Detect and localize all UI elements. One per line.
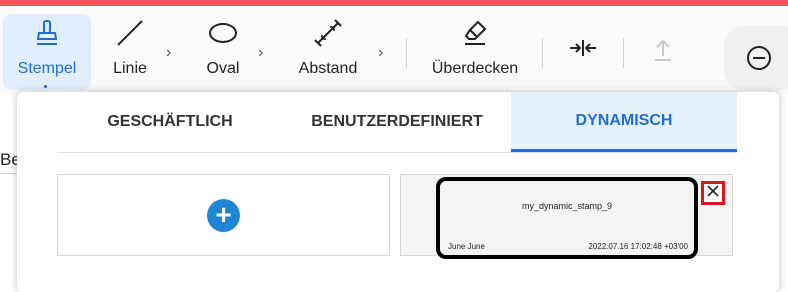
chevron-right-icon[interactable]: › xyxy=(166,44,171,62)
tool-redact-label: Überdecken xyxy=(431,60,519,77)
chevron-right-icon[interactable]: › xyxy=(258,44,263,62)
tab-custom-label: BENUTZERDEFINIERT xyxy=(311,113,483,130)
line-icon xyxy=(115,14,145,52)
tab-dynamic[interactable]: DYNAMISCH xyxy=(511,92,737,152)
tab-business-label: GESCHÄFTLICH xyxy=(107,113,233,130)
delete-stamp-button[interactable] xyxy=(701,181,725,205)
tool-oval-label: Oval xyxy=(206,60,240,77)
toolbar-divider xyxy=(623,38,624,68)
toolbar-divider xyxy=(542,38,543,68)
stamp-title: my_dynamic_stamp_9 xyxy=(521,201,613,211)
add-stamp-card[interactable]: + xyxy=(57,174,390,256)
background-divider xyxy=(0,173,18,174)
stamp-timestamp: 2022.07.16 17:02:48 +03'00 xyxy=(588,242,688,251)
oval-icon xyxy=(207,14,239,52)
tool-stamp-label: Stempel xyxy=(17,60,77,77)
tool-distance-label: Abstand xyxy=(298,60,358,77)
tool-distance[interactable]: Abstand xyxy=(292,14,364,90)
eraser-icon xyxy=(460,14,490,52)
compare-arrows-icon[interactable] xyxy=(568,36,598,65)
tool-oval[interactable]: Oval xyxy=(196,14,250,90)
distance-icon xyxy=(313,14,343,52)
annotation-toolbar: Stempel Linie › Oval › Abstand › Überdec… xyxy=(0,6,788,94)
active-indicator-dot xyxy=(44,85,47,88)
chevron-right-icon[interactable]: › xyxy=(378,44,383,62)
stamp-tabs: GESCHÄFTLICH BENUTZERDEFINIERT DYNAMISCH xyxy=(57,92,737,153)
tool-redact[interactable]: Überdecken xyxy=(428,14,522,90)
dynamic-stamp-preview[interactable]: my_dynamic_stamp_9 June June 2022.07.16 … xyxy=(436,177,698,259)
tab-custom[interactable]: BENUTZERDEFINIERT xyxy=(283,92,511,152)
tool-stamp[interactable]: Stempel xyxy=(3,14,91,90)
toolbar-divider xyxy=(406,38,407,68)
tool-line-label: Linie xyxy=(113,60,147,77)
plus-icon[interactable]: + xyxy=(207,199,240,232)
stamp-icon xyxy=(32,14,62,52)
stamp-author: June June xyxy=(448,242,485,251)
tool-line[interactable]: Linie xyxy=(103,14,157,90)
tab-business[interactable]: GESCHÄFTLICH xyxy=(57,92,283,152)
zoom-out-icon[interactable] xyxy=(746,45,772,76)
tab-dynamic-label: DYNAMISCH xyxy=(575,111,673,129)
close-icon xyxy=(706,184,720,203)
stamp-card[interactable]: my_dynamic_stamp_9 June June 2022.07.16 … xyxy=(400,174,733,259)
zoom-control xyxy=(724,26,788,90)
stamp-panel: GESCHÄFTLICH BENUTZERDEFINIERT DYNAMISCH… xyxy=(17,92,779,292)
upload-icon[interactable] xyxy=(651,36,675,69)
